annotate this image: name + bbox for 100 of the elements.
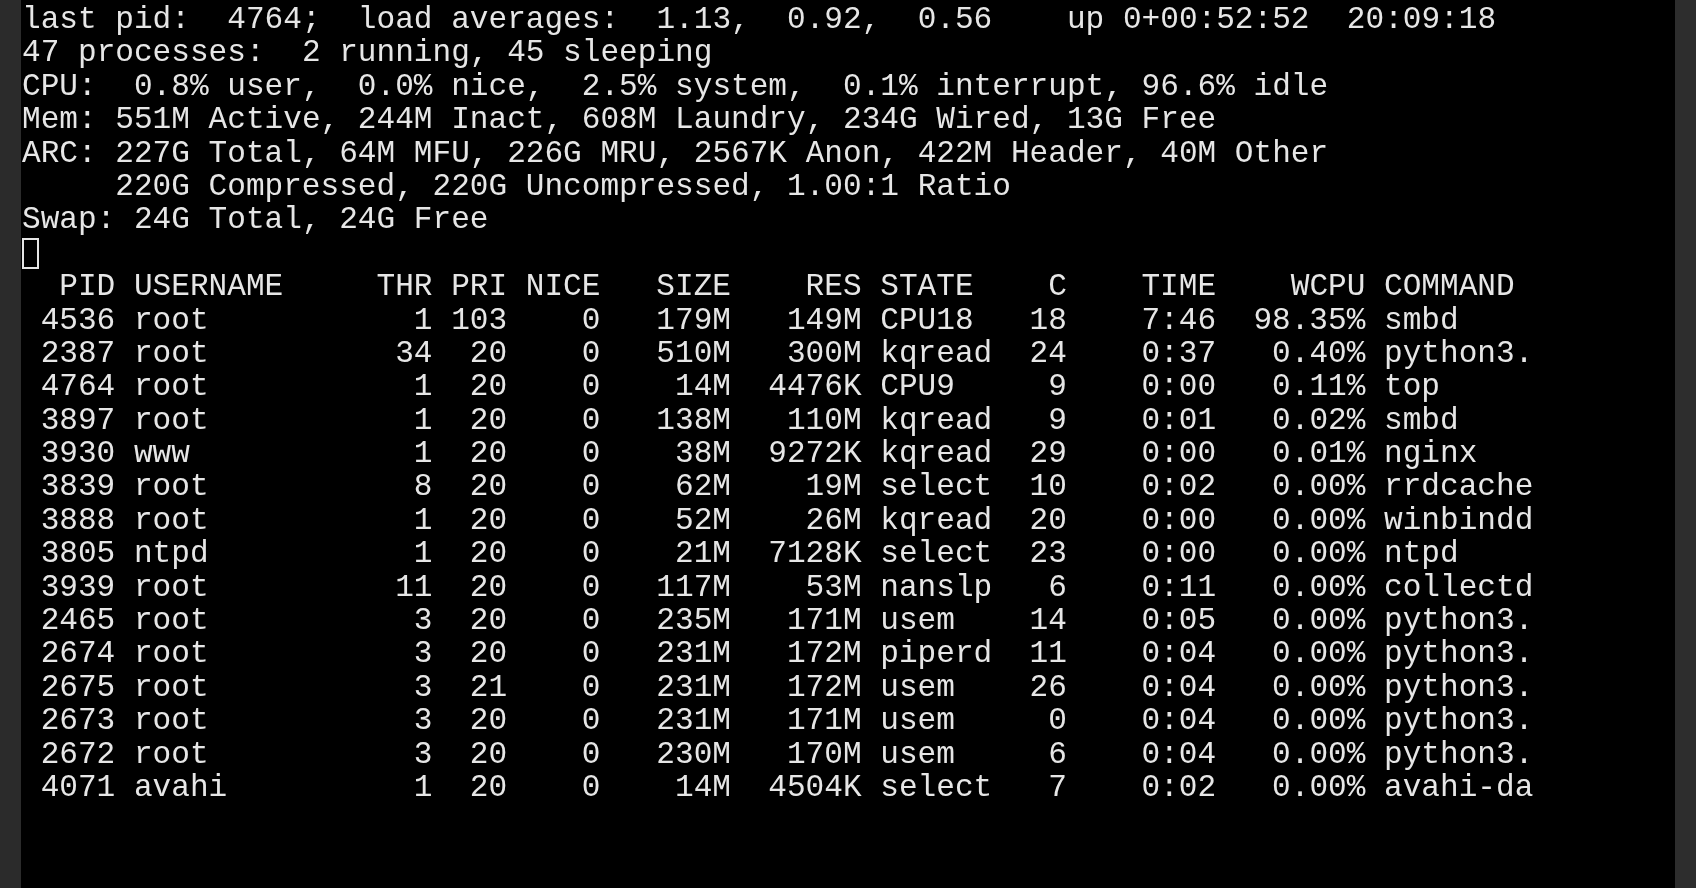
table-cell-text: 23 xyxy=(1028,537,1067,571)
table-cell-text: 0:11 xyxy=(1140,570,1217,605)
status-line: last pid: 4764; load averages: 1.13, 0.92, 0.56 up 0+00:52:52 20:09:18 xyxy=(22,3,1497,37)
table-cell-text: 2465 xyxy=(39,604,116,638)
table-cell-text: 9272K xyxy=(767,437,862,471)
table-cell-text: 170M xyxy=(785,737,862,771)
table-cell-text: 4536 xyxy=(39,303,116,337)
table-cell-text: 300M xyxy=(785,336,862,371)
table-cell-text: 20 xyxy=(468,637,508,671)
table-cell-text: 0.00% xyxy=(1271,470,1366,504)
table-cell-text: usem xyxy=(880,604,956,638)
table-cell-text: 3930 xyxy=(39,437,116,471)
table-cell-text: 52M xyxy=(674,503,731,538)
table-cell-text: 7 xyxy=(1047,771,1067,805)
table-cell-text: root xyxy=(133,303,210,337)
table-cell-text: 20 xyxy=(468,704,508,738)
table-cell-text: 0 xyxy=(580,604,601,638)
table-cell-text: avahi xyxy=(133,771,229,805)
table-cell-text: 0 xyxy=(580,771,601,805)
table-cell-text: 0 xyxy=(580,670,601,705)
table-cell-text: 0:04 xyxy=(1140,737,1217,771)
table-cell-text: root xyxy=(133,403,210,438)
table-cell-text: 235M xyxy=(655,604,731,638)
table-cell-text: 8 xyxy=(412,470,433,504)
column-header: THR xyxy=(375,270,433,304)
table-cell-text: python3. xyxy=(1384,336,1535,371)
table-cell: select xyxy=(880,537,993,571)
table-cell-text: 0.00% xyxy=(1271,537,1366,571)
table-cell-text: 26M xyxy=(804,503,862,538)
table-cell-text: 11 xyxy=(394,570,433,605)
table-cell-text: CPU18 xyxy=(880,303,975,337)
table-cell: 103 xyxy=(451,303,508,337)
table-cell-text: 20 xyxy=(468,737,508,771)
column-header: C xyxy=(1047,270,1067,304)
table-cell-text: 0 xyxy=(580,570,601,605)
table-cell-text: 1 xyxy=(412,771,433,805)
table-cell-text: 0 xyxy=(580,437,601,471)
table-cell-text: root xyxy=(133,370,210,404)
table-cell-text: smbd xyxy=(1384,303,1460,337)
table-cell-text: 4504K xyxy=(767,771,862,805)
table-cell-text: 21M xyxy=(674,537,731,571)
table-cell-text: 20 xyxy=(468,570,508,605)
table-cell-text: 3 xyxy=(412,670,433,705)
table-cell: kqread xyxy=(880,336,993,371)
column-header: PID xyxy=(58,270,116,304)
table-cell-text: 0.00% xyxy=(1271,637,1366,671)
status-line: 220G Compressed, 220G Uncompressed, 1.00:1 Ratio xyxy=(114,169,1011,204)
table-cell-text: 0:01 xyxy=(1140,403,1217,438)
table-cell-text: root xyxy=(133,670,210,705)
table-cell-text: CPU9 xyxy=(880,370,956,404)
table-cell-text: 149M xyxy=(785,303,862,337)
column-header: USERNAME xyxy=(133,270,285,304)
table-cell-text: 172M xyxy=(785,670,862,705)
table-cell-text: 0.00% xyxy=(1271,604,1366,638)
table-cell-text: 20 xyxy=(468,537,508,571)
table-cell-text: 0:00 xyxy=(1140,503,1217,538)
column-header: NICE xyxy=(525,270,601,304)
table-cell-text: 0 xyxy=(580,470,601,504)
table-cell-text: 3 xyxy=(412,704,433,738)
table-cell: nanslp xyxy=(880,570,993,605)
table-cell-text: 11 xyxy=(1028,637,1067,671)
status-line: ARC: 227G Total, 64M MFU, 226G MRU, 2567K Anon, 422M Header, 40M Other xyxy=(22,136,1329,170)
table-cell-text: 14M xyxy=(674,370,731,404)
column-header: PRI xyxy=(451,270,508,304)
table-cell-text: 29 xyxy=(1028,437,1067,471)
column-header: STATE xyxy=(880,270,975,304)
table-cell-text: 6 xyxy=(1047,570,1067,605)
table-cell-text: 20 xyxy=(468,470,508,504)
table-cell-text: 0 xyxy=(1047,704,1067,738)
table-cell-text: collectd xyxy=(1384,570,1535,605)
table-cell: kqread xyxy=(880,503,993,538)
table-cell-text: smbd xyxy=(1384,403,1460,438)
table-cell-text: 1 xyxy=(412,403,433,438)
table-cell-text: 117M xyxy=(655,570,731,605)
table-cell-text: nginx xyxy=(1384,437,1479,471)
table-cell-text: 3897 xyxy=(39,403,116,438)
column-header: RES xyxy=(804,270,862,304)
table-cell-text: 0.00% xyxy=(1271,771,1366,805)
table-cell-text: 0.00% xyxy=(1271,737,1366,771)
table-cell-text: 510M xyxy=(655,336,731,371)
table-cell-text: 0 xyxy=(580,403,601,438)
table-cell-text: root xyxy=(133,336,210,371)
table-cell-text: root xyxy=(133,637,210,671)
table-cell-text: 231M xyxy=(655,670,731,705)
table-cell-text: 21 xyxy=(468,670,508,705)
table-cell-text: winbindd xyxy=(1384,503,1535,538)
table-cell-text: 53M xyxy=(804,570,862,605)
table-cell-text: 0.01% xyxy=(1271,437,1366,471)
table-cell-text: 138M xyxy=(655,403,731,438)
table-cell: kqread xyxy=(880,437,993,471)
table-cell-text: 110M xyxy=(785,403,862,438)
table-cell-text: 0:00 xyxy=(1140,537,1217,571)
table-cell-text: python3. xyxy=(1384,670,1535,705)
table-cell-text: 0 xyxy=(580,637,601,671)
table-cell-text: 20 xyxy=(468,403,508,438)
table-cell-text: 98.35% xyxy=(1252,303,1366,337)
table-cell-text: root xyxy=(133,503,210,538)
table-cell-text: 18 xyxy=(1028,303,1067,337)
table-cell-text: 2674 xyxy=(39,637,116,671)
table-cell-text: 62M xyxy=(674,470,731,504)
